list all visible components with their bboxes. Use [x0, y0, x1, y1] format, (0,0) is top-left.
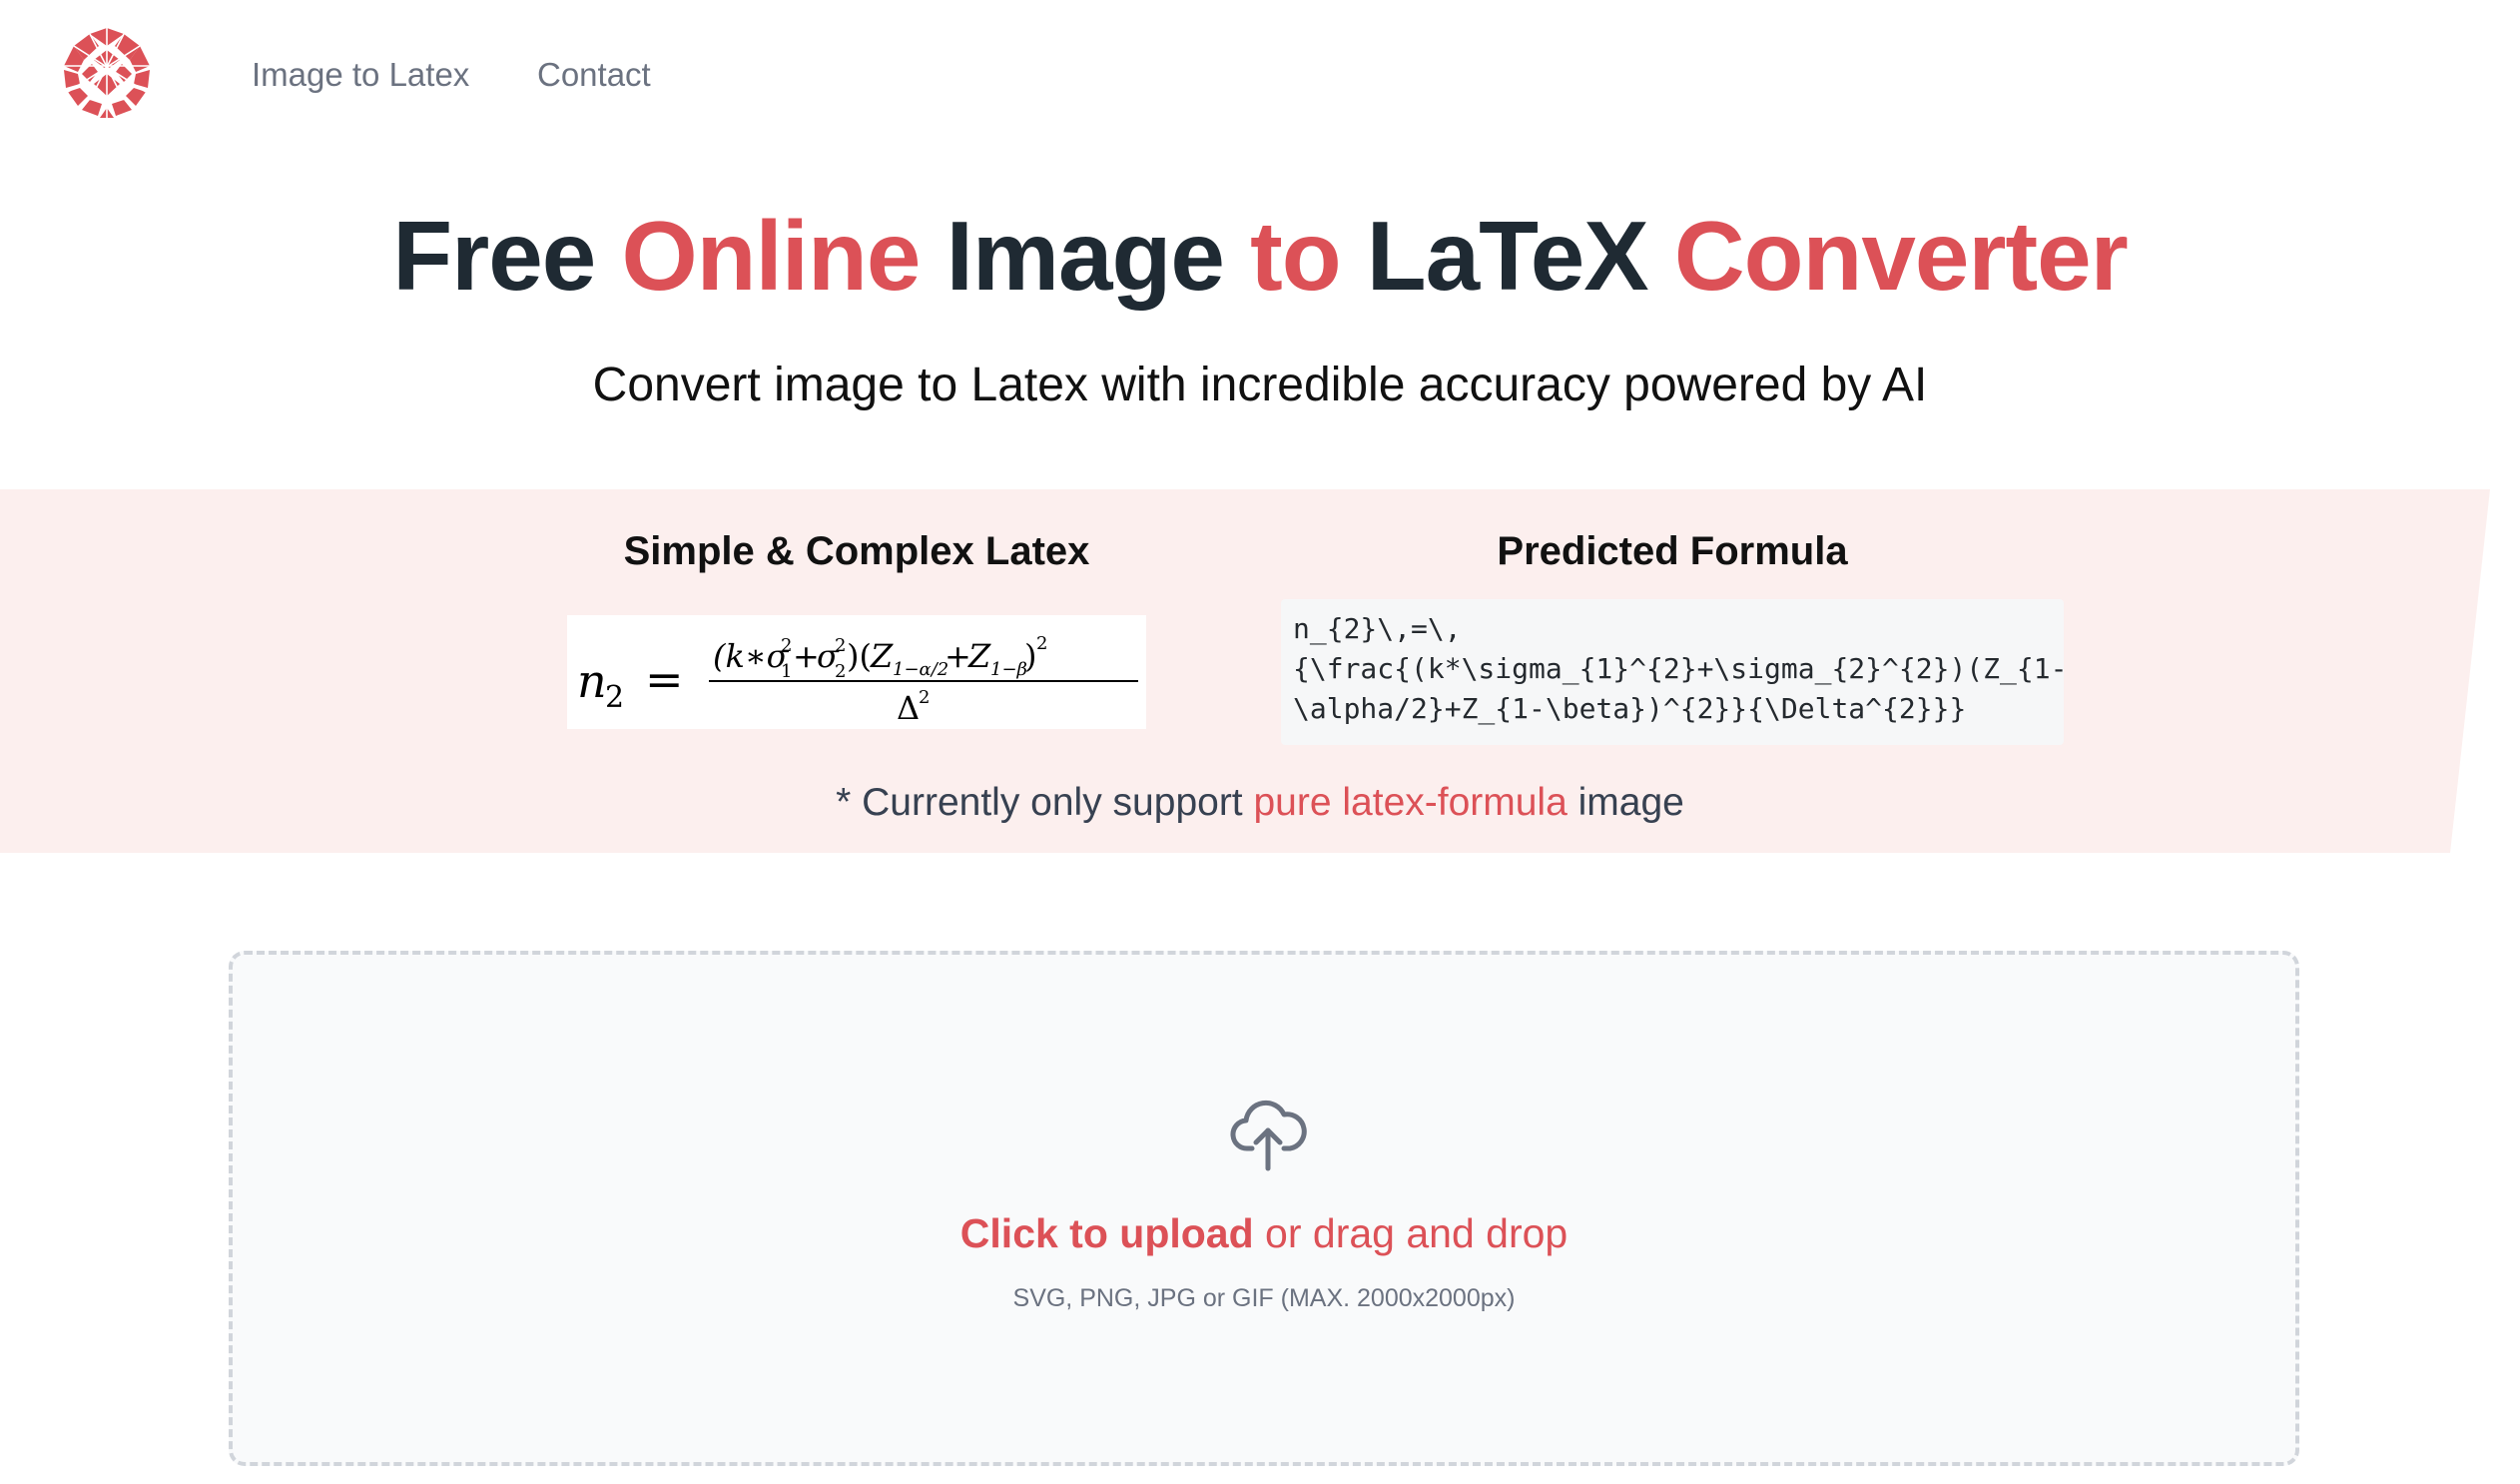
svg-text:(k∗σ: (k∗σ — [713, 637, 790, 675]
upload-instruction: Click to upload or drag and drop — [233, 1210, 2295, 1257]
title-part-converter: Converter — [1673, 201, 2129, 311]
svg-text:Δ: Δ — [897, 689, 920, 727]
title-part-online: Online — [621, 201, 921, 311]
svg-text:+: + — [793, 637, 820, 675]
svg-text:2: 2 — [1036, 633, 1047, 654]
svg-text:2: 2 — [919, 687, 930, 708]
support-note-prefix: * Currently only support — [836, 781, 1254, 824]
site-header: Image to Latex Contact — [0, 0, 2520, 150]
svg-text:n: n — [577, 654, 607, 708]
svg-text:2: 2 — [835, 661, 846, 682]
geodesic-sphere-logo-icon[interactable] — [60, 26, 154, 120]
example-band: Simple & Complex Latex Predicted Formula… — [0, 489, 2520, 853]
svg-text:)(: )( — [847, 637, 872, 675]
svg-text:2: 2 — [835, 635, 846, 656]
svg-text:Z: Z — [870, 637, 894, 675]
support-note-suffix: image — [1567, 781, 1684, 824]
title-part-free: Free — [392, 201, 622, 311]
example-left-heading: Simple & Complex Latex — [623, 529, 1090, 573]
support-note: * Currently only support pure latex-form… — [0, 781, 2520, 825]
cloud-upload-icon — [1230, 1100, 1307, 1171]
code-line-3: \alpha/2}+Z_{1-\beta})^{2}}{\Delta^{2}}} — [1293, 692, 1967, 725]
upload-file-hint: SVG, PNG, JPG or GIF (MAX. 2000x2000px) — [1012, 1284, 1516, 1312]
svg-text:=: = — [645, 652, 684, 706]
nav-link-contact[interactable]: Contact — [537, 56, 651, 94]
code-line-1: n_{2}\,=\, — [1293, 612, 1462, 645]
svg-text:+: + — [945, 637, 971, 675]
click-to-upload-link[interactable]: Click to upload — [960, 1210, 1254, 1256]
page-title: Free Online Image to LaTeX Converter — [0, 200, 2520, 313]
nav-link-image-to-latex[interactable]: Image to Latex — [252, 56, 469, 94]
formula-example-image: n 2 = (k∗σ 2 1 + σ 2 2 )( Z 1−α/2 + Z 1−… — [567, 615, 1146, 729]
support-note-highlight: pure latex-formula — [1253, 781, 1568, 824]
page-subtitle: Convert image to Latex with incredible a… — [592, 359, 1928, 411]
svg-text:): ) — [1024, 637, 1036, 675]
svg-text:1−β: 1−β — [990, 659, 1027, 680]
svg-text:2: 2 — [605, 680, 624, 715]
svg-text:2: 2 — [781, 635, 792, 656]
predicted-formula-code[interactable]: n_{2}\,=\, {\frac{(k*\sigma_{1}^{2}+\sig… — [1281, 599, 2064, 745]
svg-text:1−α/2: 1−α/2 — [893, 659, 948, 680]
title-part-latex: LaTeX — [1340, 201, 1674, 311]
example-right-heading: Predicted Formula — [1497, 529, 1848, 573]
svg-text:Z: Z — [967, 637, 991, 675]
drag-and-drop-text: or drag and drop — [1253, 1210, 1569, 1256]
upload-dropzone[interactable]: Click to upload or drag and drop SVG, PN… — [229, 951, 2299, 1466]
title-part-to: to — [1250, 201, 1341, 311]
title-part-image: Image — [920, 201, 1251, 311]
svg-text:1: 1 — [781, 661, 792, 682]
code-line-2: {\frac{(k*\sigma_{1}^{2}+\sigma_{2}^{2})… — [1293, 652, 2064, 685]
